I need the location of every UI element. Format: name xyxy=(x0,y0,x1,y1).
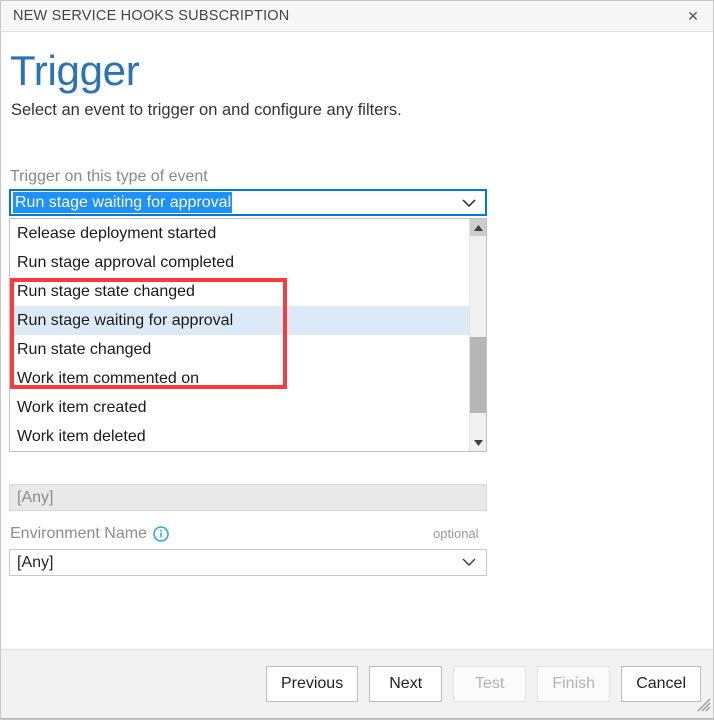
dropdown-option[interactable]: Run stage waiting for approval xyxy=(10,306,470,335)
environment-name-value: [Any] xyxy=(17,550,53,575)
trigger-event-combobox[interactable]: Run stage waiting for approval xyxy=(9,189,487,216)
trigger-event-selected-value: Run stage waiting for approval xyxy=(13,192,232,213)
dialog-title: NEW SERVICE HOOKS SUBSCRIPTION xyxy=(13,8,289,24)
chevron-down-icon[interactable] xyxy=(460,555,478,569)
footer-button-row: Previous Next Test Finish Cancel xyxy=(266,666,701,702)
resize-grip-icon[interactable] xyxy=(697,698,711,712)
scrollbar-thumb[interactable] xyxy=(470,337,486,413)
environment-name-combobox[interactable]: [Any] xyxy=(9,549,487,576)
scroll-up-arrow-icon[interactable] xyxy=(470,219,486,236)
scroll-down-arrow-icon[interactable] xyxy=(470,434,486,451)
info-circle-icon[interactable] xyxy=(153,526,169,542)
dropdown-option[interactable]: Run stage approval completed xyxy=(10,248,470,277)
close-icon[interactable]: ✕ xyxy=(671,1,714,31)
new-service-hooks-subscription-dialog: NEW SERVICE HOOKS SUBSCRIPTION ✕ Trigger… xyxy=(0,0,714,720)
dropdown-scrollbar[interactable] xyxy=(469,219,486,451)
test-button: Test xyxy=(453,666,526,702)
next-button[interactable]: Next xyxy=(369,666,442,702)
dialog-titlebar: NEW SERVICE HOOKS SUBSCRIPTION ✕ xyxy=(1,1,714,32)
dropdown-option[interactable]: Work item created xyxy=(10,393,470,422)
trigger-field-label: Trigger on this type of event xyxy=(10,167,208,187)
filter-any-field: [Any] xyxy=(9,484,487,511)
dropdown-option[interactable]: Work item commented on xyxy=(10,364,470,393)
environment-optional-tag: optional xyxy=(433,526,479,542)
dropdown-option[interactable]: Work item deleted xyxy=(10,422,470,451)
dropdown-options-container[interactable]: Release deployment startedRun stage appr… xyxy=(10,219,470,451)
finish-button: Finish xyxy=(537,666,610,702)
page-subtitle: Select an event to trigger on and config… xyxy=(11,100,402,120)
dialog-footer: Previous Next Test Finish Cancel xyxy=(1,649,714,720)
dropdown-option[interactable]: Run stage state changed xyxy=(10,277,470,306)
dialog-content: Trigger Select an event to trigger on an… xyxy=(1,32,714,649)
cancel-button[interactable]: Cancel xyxy=(621,666,701,702)
environment-name-label: Environment Name xyxy=(10,524,147,544)
chevron-down-icon[interactable] xyxy=(459,195,479,211)
trigger-event-dropdown-list[interactable]: Release deployment startedRun stage appr… xyxy=(9,218,487,452)
dropdown-option[interactable]: Release deployment started xyxy=(10,219,470,248)
previous-button[interactable]: Previous xyxy=(266,666,358,702)
dropdown-option[interactable]: Run state changed xyxy=(10,335,470,364)
page-title: Trigger xyxy=(10,47,139,95)
